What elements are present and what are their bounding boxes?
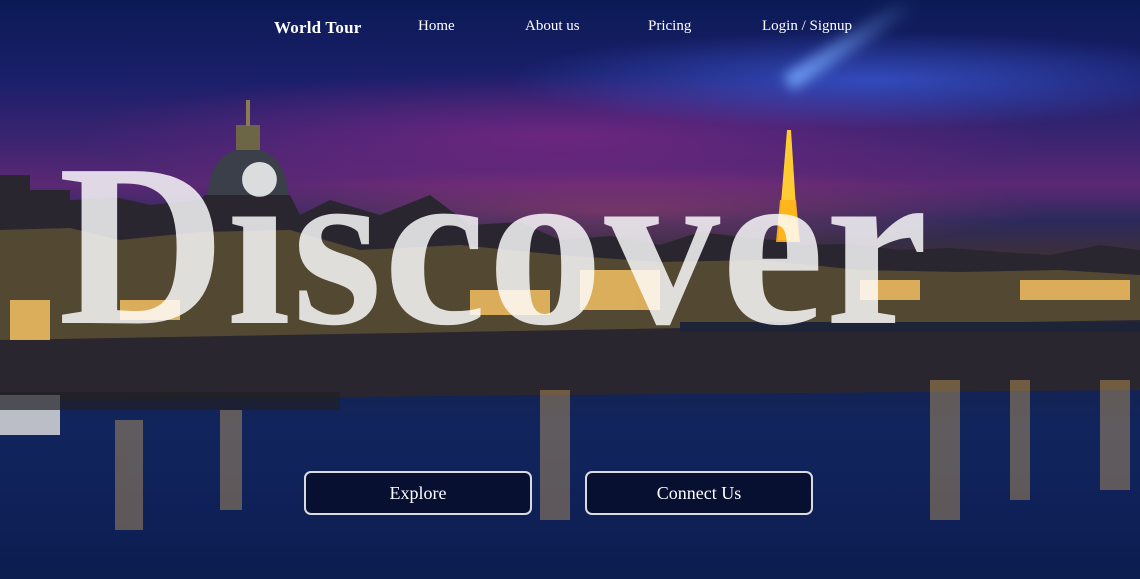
nav-link-login-signup[interactable]: Login / Signup bbox=[762, 18, 852, 35]
nav-link-about-us[interactable]: About us bbox=[525, 18, 580, 35]
nav-link-home[interactable]: Home bbox=[418, 18, 455, 35]
connect-us-button[interactable]: Connect Us bbox=[585, 471, 813, 515]
brand-logo-text[interactable]: World Tour bbox=[274, 18, 362, 38]
hero-headline: Discover bbox=[58, 117, 930, 374]
nav-link-pricing[interactable]: Pricing bbox=[648, 18, 691, 35]
explore-button[interactable]: Explore bbox=[304, 471, 532, 515]
top-navigation: World Tour Home About us Pricing Login /… bbox=[0, 14, 1140, 42]
hero-section: World Tour Home About us Pricing Login /… bbox=[0, 0, 1140, 579]
